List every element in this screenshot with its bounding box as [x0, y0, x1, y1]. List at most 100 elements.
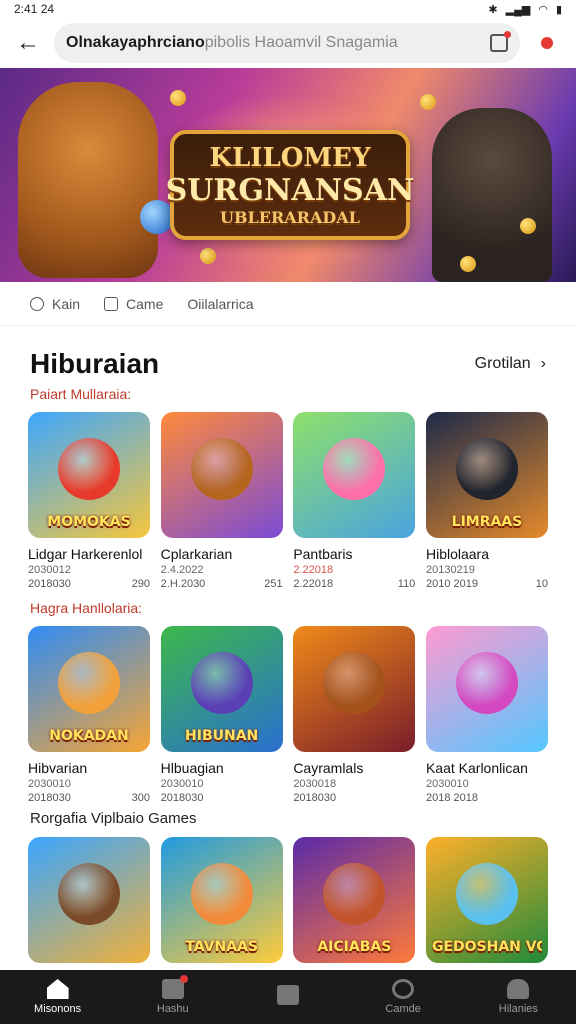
clock-icon: [30, 296, 44, 311]
game-count: 251: [264, 578, 283, 590]
chip-oiilalarrica[interactable]: Oiilalarrica: [187, 296, 253, 312]
game-title[interactable]: Cayramlals: [293, 760, 415, 776]
thumbnail-logo-text: AICIABAS: [317, 939, 392, 955]
coin-icon: [170, 90, 186, 106]
hero-banner[interactable]: KLILOMEY SURGNANSAN UBLERARADAL: [0, 68, 576, 282]
game-thumbnail[interactable]: [293, 626, 416, 752]
game-thumbnail[interactable]: NOKADAN: [28, 626, 150, 752]
coin-icon: [460, 256, 476, 272]
game-card[interactable]: HIBUNAN Hlbuagian 2030010 2018030: [160, 626, 283, 804]
game-thumbnail[interactable]: GEDOSHAN VOCAS: [425, 837, 548, 963]
signal-icon: ▂▄▆: [505, 3, 531, 16]
row-heading: Rorgafia Viplbaio Games: [30, 810, 197, 827]
game-icon: [104, 296, 119, 311]
game-stats: 2.H.2030 251: [161, 578, 283, 590]
nav-item[interactable]: Hilanies: [473, 979, 563, 1015]
nav-item[interactable]: Misonons: [13, 979, 103, 1015]
game-title[interactable]: Hlbuagian: [161, 760, 283, 776]
game-card[interactable]: NOKADAN Hibvarian 2030010 2018030 300: [28, 626, 150, 804]
game-count: 290: [131, 578, 150, 590]
game-thumbnail[interactable]: HIBUNAN: [160, 626, 283, 752]
thumbnail-logo-text: LIMRAAS: [451, 514, 523, 530]
game-card[interactable]: Cplarkarian 2.4.2022 2.H.2030 251: [160, 412, 283, 590]
back-arrow-icon: ←: [16, 29, 40, 56]
status-time: 2:41 24: [14, 2, 55, 16]
game-date: 2.H.2030: [160, 578, 206, 590]
game-stats: 2018030 290: [28, 578, 150, 590]
game-thumbnail[interactable]: [28, 837, 150, 963]
nav-item[interactable]: [243, 985, 333, 1009]
section-title: Hiburaian: [30, 348, 160, 379]
game-stats: 2010 2019 10: [426, 578, 548, 590]
game-date: 2.22018: [293, 578, 334, 590]
status-icons: ✱ ▂▄▆ ◠ ▮: [488, 3, 562, 16]
game-title[interactable]: Kaat Karlonlican: [426, 760, 548, 776]
game-grid-row: NOKADAN Hibvarian 2030010 2018030 300 HIBUNAN…: [0, 626, 576, 804]
chip-kain[interactable]: Kain: [30, 296, 80, 312]
game-stats: 2018030: [293, 792, 415, 804]
game-character-art: [58, 652, 120, 714]
tab-switcher-icon[interactable]: [490, 31, 511, 52]
game-title[interactable]: Lidgar Harkerenlol: [28, 546, 150, 562]
hero-title-line3: UBLERARADAL: [220, 208, 360, 227]
hero-warrior-character: [432, 108, 552, 282]
chip-label: Came: [126, 295, 164, 312]
game-character-art: [190, 863, 253, 925]
game-meta: 2030012: [28, 564, 71, 576]
game-thumbnail[interactable]: MOMOKAS: [28, 412, 150, 538]
chip-came[interactable]: Came: [104, 296, 163, 312]
game-meta: 2030018: [293, 778, 337, 790]
row-heading: Hagra Hanllolaria:: [30, 600, 143, 616]
url-rest: pibolis Haoamvil Snagamia: [204, 34, 398, 51]
game-thumbnail[interactable]: [160, 412, 283, 538]
thumbnail-logo-text: TAVNAAS: [185, 939, 258, 955]
nav-label: Camde: [385, 1003, 421, 1015]
chevron-right-icon: ›: [540, 355, 546, 372]
home-icon: [46, 979, 69, 999]
nav-label: Hashu: [156, 1003, 189, 1015]
game-date: 2018030: [160, 792, 204, 804]
game-title[interactable]: Pantbaris: [293, 546, 415, 562]
game-character-art: [58, 438, 120, 500]
game-meta: 2030010: [160, 778, 204, 790]
nav-label: Misonons: [34, 1003, 82, 1015]
game-count: 10: [535, 578, 548, 590]
game-character-art: [455, 652, 518, 714]
game-date: 2018 2018: [425, 792, 478, 804]
game-card[interactable]: Kaat Karlonlican 2030010 2018 2018: [425, 626, 548, 804]
game-date: 2018030: [28, 578, 71, 590]
game-thumbnail[interactable]: [425, 626, 548, 752]
game-thumbnail[interactable]: AICIABAS: [293, 837, 416, 963]
game-stats: 2018030 300: [28, 792, 150, 804]
address-bar[interactable]: Olnakayaphrcianopibolis Haoamvil Snagami…: [54, 23, 520, 63]
hero-lion-character: [18, 82, 174, 278]
game-thumbnail[interactable]: [293, 412, 416, 538]
see-all-link[interactable]: Grotilan ›: [475, 355, 546, 373]
back-button[interactable]: ←: [12, 27, 44, 59]
game-grid-row: MOMOKAS Lidgar Harkerenlol 2030012 2018030 2…: [0, 412, 576, 590]
game-character-art: [323, 652, 386, 714]
notification-button[interactable]: [530, 26, 564, 60]
game-title[interactable]: Hiblolaara: [426, 546, 548, 562]
game-character-art: [323, 863, 386, 925]
game-character-art: [455, 438, 518, 500]
game-character-art: [190, 652, 253, 714]
nav-item[interactable]: Hashu: [128, 975, 218, 1015]
game-title[interactable]: Hibvarian: [28, 760, 150, 776]
hero-title-plate: KLILOMEY SURGNANSAN UBLERARADAL: [166, 130, 414, 240]
game-card[interactable]: MOMOKAS Lidgar Harkerenlol 2030012 2018030 2…: [28, 412, 150, 590]
game-card[interactable]: Pantbaris 2.22018 2.22018 110: [293, 412, 416, 590]
game-title[interactable]: Cplarkarian: [161, 546, 283, 562]
game-thumbnail[interactable]: LIMRAAS: [425, 412, 548, 538]
thumbnail-logo-text: MOMOKAS: [47, 514, 131, 530]
nav-item[interactable]: Camde: [358, 979, 448, 1015]
game-card[interactable]: LIMRAAS Hiblolaara 20130219 2010 2019 10: [425, 412, 548, 590]
game-meta: 2030010: [425, 778, 469, 790]
game-card[interactable]: Cayramlals 2030018 2018030: [293, 626, 416, 804]
game-thumbnail[interactable]: TAVNAAS: [160, 837, 283, 963]
chip-label: Oiilalarrica: [187, 295, 254, 312]
bluetooth-icon: ✱: [488, 3, 498, 16]
inbox-icon: [161, 975, 188, 999]
game-character-art: [455, 863, 518, 925]
top-bar: ← Olnakayaphrcianopibolis Haoamvil Snaga…: [0, 18, 576, 68]
